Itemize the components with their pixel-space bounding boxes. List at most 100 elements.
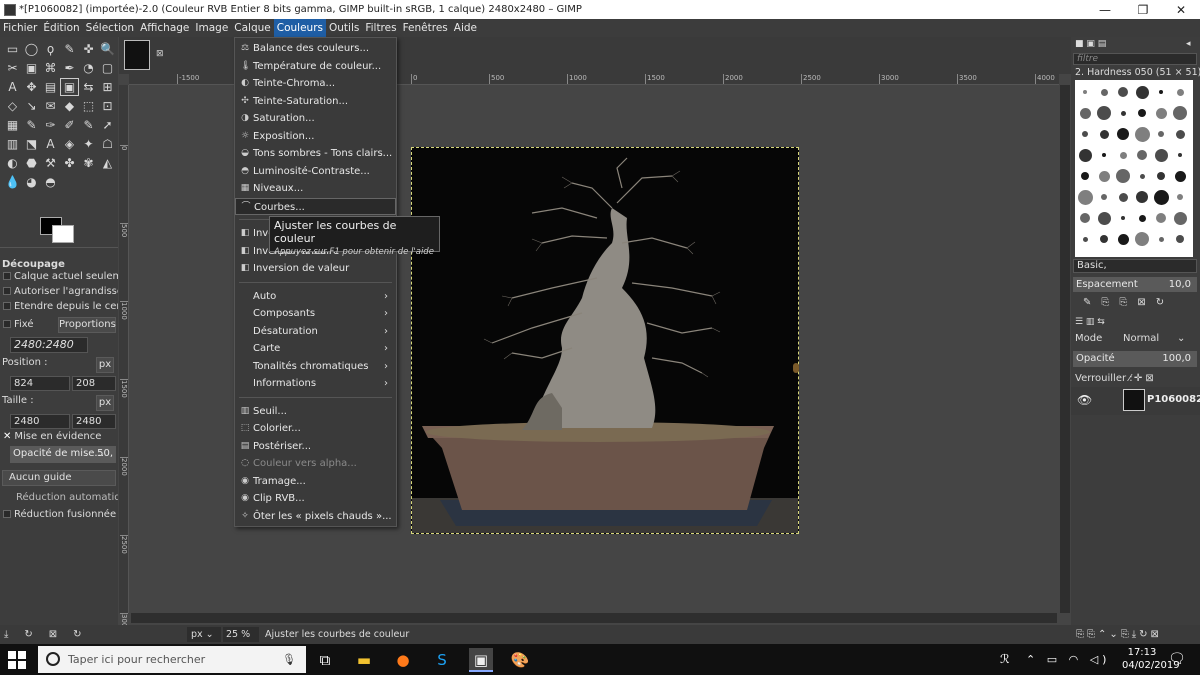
brush-preset[interactable] — [1178, 153, 1182, 157]
tool-button[interactable]: ⬣ — [23, 155, 40, 171]
zoom-select[interactable]: 25 % ⌄ — [223, 627, 259, 655]
option-expand-center[interactable]: Étendre depuis le centr — [0, 301, 118, 312]
tool-button[interactable]: ▭ — [4, 41, 21, 57]
image-tab-thumbnail[interactable] — [124, 40, 150, 70]
menu-item[interactable]: ◑ Saturation... — [235, 110, 396, 127]
brush-preset[interactable] — [1100, 235, 1108, 243]
brush-preset[interactable] — [1078, 148, 1092, 162]
menu-item[interactable]: ✧ Ôter les « pixels chauds »... — [235, 508, 396, 525]
menu-couleurs[interactable]: Couleurs — [273, 19, 326, 37]
brush-preset[interactable] — [1083, 90, 1087, 94]
tool-button[interactable]: ▤ — [42, 79, 59, 95]
menu-item[interactable]: ◧ Inversion de valeur — [235, 260, 396, 277]
brush-preset[interactable] — [1153, 189, 1169, 205]
size-height-input[interactable]: 2480 — [72, 414, 116, 429]
windows-start-icon[interactable] — [8, 651, 26, 669]
brush-action-icons[interactable]: ✎⎘⎘⊠↻ — [1083, 297, 1174, 308]
tool-button[interactable]: ⊡ — [99, 98, 116, 114]
eye-icon[interactable]: 👁 — [1077, 393, 1092, 407]
horizontal-scrollbar[interactable] — [131, 613, 1057, 623]
menu-item[interactable]: Désaturation › — [235, 323, 396, 340]
menu-item[interactable]: Tonalités chromatiques › — [235, 358, 396, 375]
tool-button[interactable]: ϙ — [42, 41, 59, 57]
dock-bottom-icons[interactable]: ⎘⎘⌃⌄⎘⤓↻⊠ — [1076, 627, 1162, 642]
menu-item[interactable]: ▦ Niveaux... — [235, 180, 396, 197]
menu-item[interactable]: 🌡 Température de couleur... — [235, 58, 396, 75]
task-view-icon[interactable]: ⧉ — [313, 648, 337, 672]
brush-preset[interactable] — [1082, 236, 1088, 242]
background-color-swatch[interactable] — [52, 225, 74, 243]
brush-preset[interactable] — [1138, 109, 1146, 117]
brush-preset[interactable] — [1100, 88, 1108, 96]
menu-filtres[interactable]: Filtres — [362, 19, 399, 37]
canvas-image[interactable] — [411, 147, 799, 534]
tool-button[interactable]: ✦ — [80, 136, 97, 152]
tool-button[interactable]: ✑ — [42, 117, 59, 133]
brush-preset[interactable] — [1158, 236, 1164, 242]
menu-item[interactable]: ⚖ Balance des couleurs... — [235, 40, 396, 57]
tool-button[interactable]: ▣ — [23, 60, 40, 76]
brush-preset[interactable] — [1081, 172, 1089, 180]
dock-menu-icon[interactable]: ◂ — [1186, 39, 1191, 49]
menu-item[interactable]: ◒ Tons sombres - Tons clairs... — [235, 145, 396, 162]
paint-icon[interactable]: 🎨 — [508, 648, 532, 672]
highlight-opacity-slider[interactable]: Opacité de mise... 50, — [10, 446, 116, 463]
brush-preset[interactable] — [1119, 151, 1127, 159]
brush-preset[interactable] — [1176, 235, 1184, 243]
tool-button[interactable]: ⇆ — [80, 79, 97, 95]
tool-button[interactable]: A — [42, 136, 59, 152]
position-y-input[interactable]: 208 — [72, 376, 116, 391]
tool-button[interactable]: 🔍 — [99, 41, 116, 57]
toolbox-bottom-icons[interactable]: ⤓↻⊠↻ — [4, 627, 98, 642]
tool-button[interactable]: ◆ — [61, 98, 78, 114]
tool-button[interactable]: ✎ — [23, 117, 40, 133]
brush-preset[interactable] — [1082, 131, 1088, 137]
menu-affichage[interactable]: Affichage — [137, 19, 192, 37]
tool-button[interactable]: ✎ — [80, 117, 97, 133]
lock-icons[interactable]: ⁄ ✛ ⊠ — [1129, 373, 1154, 384]
option-current-layer[interactable]: Calque actuel seulemer — [0, 271, 118, 282]
brush-preset[interactable] — [1098, 170, 1110, 182]
dock-tab-icons[interactable]: ■ ▣ ▤ — [1075, 39, 1106, 49]
firefox-icon[interactable]: ● — [391, 648, 415, 672]
menu-item[interactable]: ✣ Teinte-Saturation... — [235, 93, 396, 110]
tool-button[interactable]: ✉ — [42, 98, 59, 114]
brush-preset[interactable] — [1117, 128, 1129, 140]
menu-item[interactable]: Composants › — [235, 305, 396, 322]
brush-preset[interactable] — [1136, 191, 1148, 203]
brush-preset[interactable] — [1154, 148, 1168, 162]
skype-icon[interactable]: S — [430, 648, 454, 672]
menu-item[interactable]: Carte › — [235, 340, 396, 357]
tool-button[interactable]: ✾ — [80, 155, 97, 171]
menu-selection[interactable]: Sélection — [83, 19, 137, 37]
brush-preset[interactable] — [1137, 150, 1147, 160]
tool-button[interactable]: ▣ — [60, 78, 79, 96]
tool-button[interactable]: 💧 — [4, 174, 21, 190]
menu-item[interactable]: ⌒ Courbes... — [235, 197, 396, 215]
guides-select[interactable]: Aucun guide — [2, 470, 116, 486]
close-tab-icon[interactable]: ⊠ — [156, 49, 164, 59]
size-width-input[interactable]: 2480 — [10, 414, 70, 429]
tool-button[interactable]: ⌘ — [42, 60, 59, 76]
brush-preset[interactable] — [1120, 110, 1126, 116]
tool-button[interactable]: ◈ — [61, 136, 78, 152]
unit-select[interactable]: px ⌄ — [187, 627, 221, 642]
option-allow-growing[interactable]: Autoriser l'agrandissem — [0, 286, 118, 297]
layers-tab-icons[interactable]: ☰ ▥ ⇆ — [1075, 317, 1105, 327]
brush-preset[interactable] — [1097, 106, 1111, 120]
brush-preset[interactable] — [1101, 194, 1107, 200]
tool-button[interactable]: A — [4, 79, 21, 95]
brush-preset[interactable] — [1159, 90, 1163, 94]
brush-preset[interactable] — [1118, 87, 1128, 97]
tool-button[interactable]: ◇ — [4, 98, 21, 114]
checkbox-icon[interactable] — [3, 510, 11, 518]
menu-outils[interactable]: Outils — [326, 19, 362, 37]
brush-preset[interactable] — [1155, 107, 1167, 119]
checkbox-icon[interactable] — [3, 272, 11, 280]
tool-button[interactable]: ⬔ — [23, 136, 40, 152]
brush-preset-select[interactable]: Basic, — [1073, 259, 1197, 273]
brush-grid[interactable] — [1075, 80, 1193, 257]
tool-button[interactable]: ➚ — [99, 117, 116, 133]
tool-button[interactable]: ✥ — [23, 79, 40, 95]
brush-preset[interactable] — [1099, 129, 1109, 139]
